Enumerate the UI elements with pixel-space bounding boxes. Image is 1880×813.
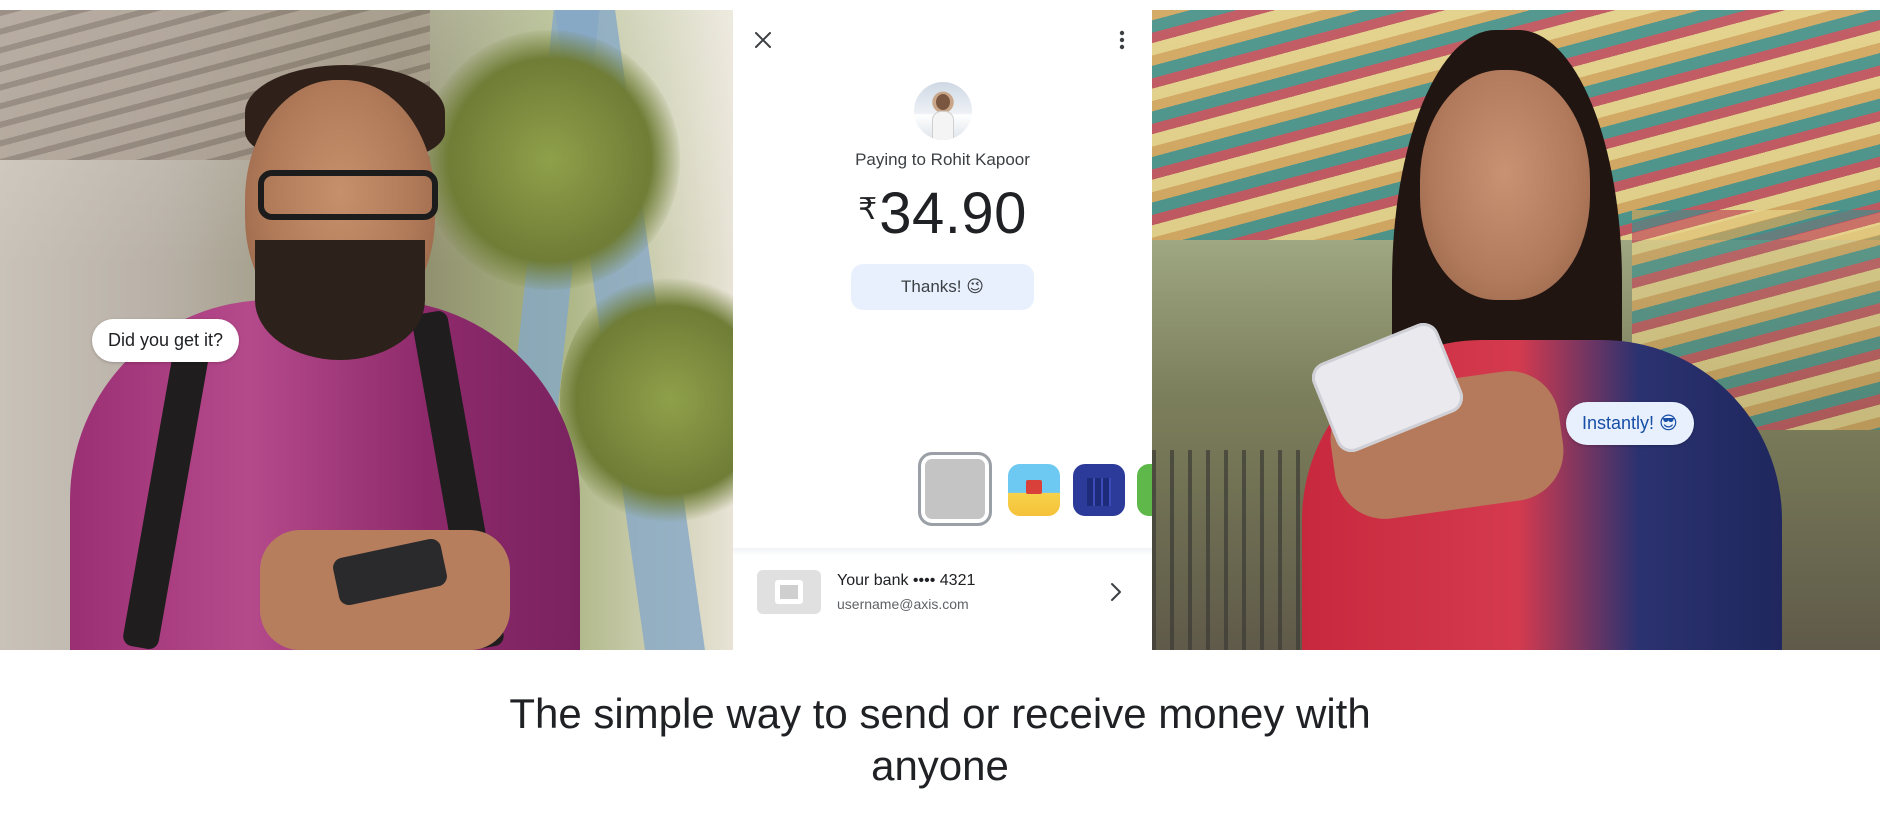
payment-note[interactable]: Thanks! 😉 [851, 264, 1034, 310]
bank-account-name: Your bank •••• 4321 [837, 572, 976, 589]
bank-account-email: username@axis.com [837, 596, 969, 612]
photo-woman-with-phone [1152, 10, 1880, 650]
card-theme-beach[interactable] [1008, 464, 1060, 516]
close-button[interactable] [747, 24, 779, 56]
bank-icon [757, 570, 821, 614]
page-headline: The simple way to send or receive money … [509, 690, 1371, 789]
payment-amount: ₹34.90 [733, 180, 1152, 247]
hero-section: Did you get it? Instantly! 😎 Paying to R… [0, 10, 1880, 650]
amount-value: 34.90 [879, 181, 1027, 246]
bank-account-selector[interactable]: Your bank •••• 4321 username@axis.com [733, 560, 1152, 640]
more-options-button[interactable] [1106, 24, 1138, 56]
card-theme-city[interactable] [1073, 464, 1125, 516]
chevron-right-icon [1106, 580, 1126, 604]
more-vert-icon [1119, 30, 1125, 50]
chat-bubble-question: Did you get it? [92, 319, 240, 362]
close-icon [755, 32, 771, 48]
payee-label: Paying to Rohit Kapoor [855, 150, 1030, 169]
divider [733, 548, 1152, 556]
payment-screen: Paying to Rohit Kapoor ₹34.90 Thanks! 😉 … [733, 10, 1152, 650]
chat-bubble-reply: Instantly! 😎 [1566, 402, 1694, 445]
payee-avatar [914, 82, 972, 140]
currency-symbol: ₹ [858, 193, 878, 226]
card-theme-picker [733, 450, 1152, 530]
card-theme-green[interactable] [1137, 464, 1152, 516]
